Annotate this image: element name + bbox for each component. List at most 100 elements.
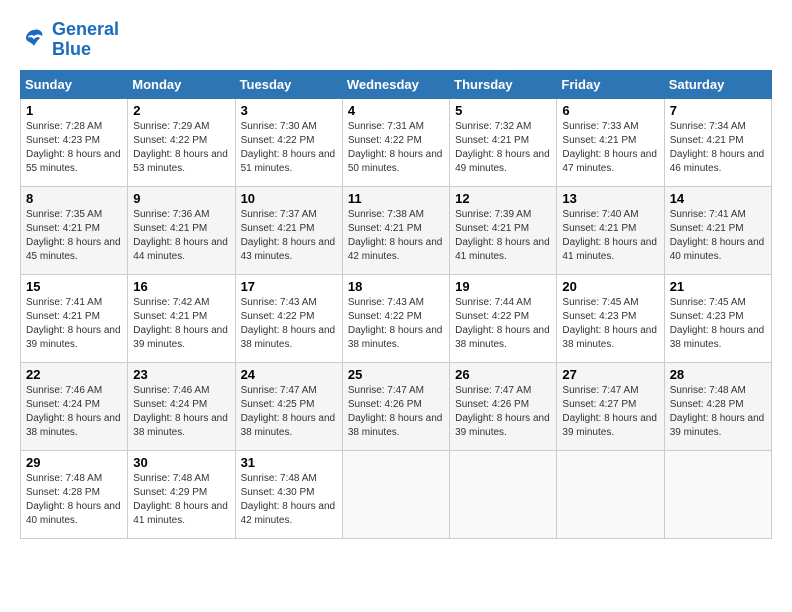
calendar-day-cell: 27 Sunrise: 7:47 AM Sunset: 4:27 PM Dayl…: [557, 362, 664, 450]
calendar-day-cell: [450, 450, 557, 538]
calendar-day-cell: 21 Sunrise: 7:45 AM Sunset: 4:23 PM Dayl…: [664, 274, 771, 362]
weekday-header-cell: Saturday: [664, 70, 771, 98]
calendar-day-cell: 28 Sunrise: 7:48 AM Sunset: 4:28 PM Dayl…: [664, 362, 771, 450]
calendar-day-cell: 7 Sunrise: 7:34 AM Sunset: 4:21 PM Dayli…: [664, 98, 771, 186]
calendar-day-cell: [557, 450, 664, 538]
day-number: 4: [348, 103, 444, 118]
calendar-day-cell: 23 Sunrise: 7:46 AM Sunset: 4:24 PM Dayl…: [128, 362, 235, 450]
day-number: 30: [133, 455, 229, 470]
calendar-day-cell: 1 Sunrise: 7:28 AM Sunset: 4:23 PM Dayli…: [21, 98, 128, 186]
day-number: 3: [241, 103, 337, 118]
day-info: Sunrise: 7:47 AM Sunset: 4:27 PM Dayligh…: [562, 384, 658, 440]
day-number: 6: [562, 103, 658, 118]
weekday-header-row: SundayMondayTuesdayWednesdayThursdayFrid…: [21, 70, 772, 98]
calendar-week-row: 1 Sunrise: 7:28 AM Sunset: 4:23 PM Dayli…: [21, 98, 772, 186]
weekday-header-cell: Sunday: [21, 70, 128, 98]
day-info: Sunrise: 7:43 AM Sunset: 4:22 PM Dayligh…: [241, 296, 337, 352]
day-number: 28: [670, 367, 766, 382]
day-number: 12: [455, 191, 551, 206]
day-info: Sunrise: 7:47 AM Sunset: 4:25 PM Dayligh…: [241, 384, 337, 440]
calendar-day-cell: 2 Sunrise: 7:29 AM Sunset: 4:22 PM Dayli…: [128, 98, 235, 186]
calendar-day-cell: 30 Sunrise: 7:48 AM Sunset: 4:29 PM Dayl…: [128, 450, 235, 538]
day-number: 31: [241, 455, 337, 470]
calendar-day-cell: 8 Sunrise: 7:35 AM Sunset: 4:21 PM Dayli…: [21, 186, 128, 274]
day-number: 1: [26, 103, 122, 118]
day-info: Sunrise: 7:46 AM Sunset: 4:24 PM Dayligh…: [133, 384, 229, 440]
calendar-day-cell: 19 Sunrise: 7:44 AM Sunset: 4:22 PM Dayl…: [450, 274, 557, 362]
calendar-week-row: 15 Sunrise: 7:41 AM Sunset: 4:21 PM Dayl…: [21, 274, 772, 362]
calendar-body: 1 Sunrise: 7:28 AM Sunset: 4:23 PM Dayli…: [21, 98, 772, 538]
day-number: 17: [241, 279, 337, 294]
day-number: 5: [455, 103, 551, 118]
day-info: Sunrise: 7:36 AM Sunset: 4:21 PM Dayligh…: [133, 208, 229, 264]
day-number: 25: [348, 367, 444, 382]
day-info: Sunrise: 7:35 AM Sunset: 4:21 PM Dayligh…: [26, 208, 122, 264]
day-number: 22: [26, 367, 122, 382]
calendar-day-cell: [664, 450, 771, 538]
calendar-table: SundayMondayTuesdayWednesdayThursdayFrid…: [20, 70, 772, 539]
day-number: 7: [670, 103, 766, 118]
day-info: Sunrise: 7:42 AM Sunset: 4:21 PM Dayligh…: [133, 296, 229, 352]
day-info: Sunrise: 7:48 AM Sunset: 4:28 PM Dayligh…: [26, 472, 122, 528]
day-info: Sunrise: 7:34 AM Sunset: 4:21 PM Dayligh…: [670, 120, 766, 176]
day-number: 11: [348, 191, 444, 206]
calendar-day-cell: 6 Sunrise: 7:33 AM Sunset: 4:21 PM Dayli…: [557, 98, 664, 186]
calendar-day-cell: 31 Sunrise: 7:48 AM Sunset: 4:30 PM Dayl…: [235, 450, 342, 538]
calendar-day-cell: 24 Sunrise: 7:47 AM Sunset: 4:25 PM Dayl…: [235, 362, 342, 450]
calendar-day-cell: 13 Sunrise: 7:40 AM Sunset: 4:21 PM Dayl…: [557, 186, 664, 274]
weekday-header-cell: Wednesday: [342, 70, 449, 98]
day-number: 9: [133, 191, 229, 206]
calendar-day-cell: 22 Sunrise: 7:46 AM Sunset: 4:24 PM Dayl…: [21, 362, 128, 450]
calendar-day-cell: 11 Sunrise: 7:38 AM Sunset: 4:21 PM Dayl…: [342, 186, 449, 274]
day-info: Sunrise: 7:47 AM Sunset: 4:26 PM Dayligh…: [455, 384, 551, 440]
day-info: Sunrise: 7:38 AM Sunset: 4:21 PM Dayligh…: [348, 208, 444, 264]
calendar-day-cell: 4 Sunrise: 7:31 AM Sunset: 4:22 PM Dayli…: [342, 98, 449, 186]
day-number: 19: [455, 279, 551, 294]
day-info: Sunrise: 7:41 AM Sunset: 4:21 PM Dayligh…: [26, 296, 122, 352]
logo: General Blue: [20, 20, 119, 60]
day-number: 14: [670, 191, 766, 206]
day-number: 27: [562, 367, 658, 382]
day-info: Sunrise: 7:32 AM Sunset: 4:21 PM Dayligh…: [455, 120, 551, 176]
day-number: 21: [670, 279, 766, 294]
weekday-header-cell: Tuesday: [235, 70, 342, 98]
day-number: 18: [348, 279, 444, 294]
calendar-day-cell: 26 Sunrise: 7:47 AM Sunset: 4:26 PM Dayl…: [450, 362, 557, 450]
day-info: Sunrise: 7:40 AM Sunset: 4:21 PM Dayligh…: [562, 208, 658, 264]
calendar-day-cell: 12 Sunrise: 7:39 AM Sunset: 4:21 PM Dayl…: [450, 186, 557, 274]
calendar-day-cell: 5 Sunrise: 7:32 AM Sunset: 4:21 PM Dayli…: [450, 98, 557, 186]
calendar-week-row: 22 Sunrise: 7:46 AM Sunset: 4:24 PM Dayl…: [21, 362, 772, 450]
calendar-day-cell: 3 Sunrise: 7:30 AM Sunset: 4:22 PM Dayli…: [235, 98, 342, 186]
weekday-header-cell: Monday: [128, 70, 235, 98]
day-info: Sunrise: 7:39 AM Sunset: 4:21 PM Dayligh…: [455, 208, 551, 264]
logo-text: General Blue: [52, 20, 119, 60]
page-header: General Blue: [20, 20, 772, 60]
day-number: 8: [26, 191, 122, 206]
calendar-day-cell: 25 Sunrise: 7:47 AM Sunset: 4:26 PM Dayl…: [342, 362, 449, 450]
day-info: Sunrise: 7:29 AM Sunset: 4:22 PM Dayligh…: [133, 120, 229, 176]
day-info: Sunrise: 7:46 AM Sunset: 4:24 PM Dayligh…: [26, 384, 122, 440]
day-info: Sunrise: 7:31 AM Sunset: 4:22 PM Dayligh…: [348, 120, 444, 176]
day-info: Sunrise: 7:45 AM Sunset: 4:23 PM Dayligh…: [562, 296, 658, 352]
day-info: Sunrise: 7:37 AM Sunset: 4:21 PM Dayligh…: [241, 208, 337, 264]
logo-bird-icon: [20, 26, 48, 54]
day-info: Sunrise: 7:48 AM Sunset: 4:28 PM Dayligh…: [670, 384, 766, 440]
day-number: 13: [562, 191, 658, 206]
weekday-header-cell: Friday: [557, 70, 664, 98]
calendar-day-cell: 10 Sunrise: 7:37 AM Sunset: 4:21 PM Dayl…: [235, 186, 342, 274]
day-info: Sunrise: 7:44 AM Sunset: 4:22 PM Dayligh…: [455, 296, 551, 352]
day-number: 10: [241, 191, 337, 206]
calendar-week-row: 8 Sunrise: 7:35 AM Sunset: 4:21 PM Dayli…: [21, 186, 772, 274]
calendar-day-cell: 16 Sunrise: 7:42 AM Sunset: 4:21 PM Dayl…: [128, 274, 235, 362]
calendar-day-cell: [342, 450, 449, 538]
day-number: 20: [562, 279, 658, 294]
day-number: 15: [26, 279, 122, 294]
calendar-day-cell: 20 Sunrise: 7:45 AM Sunset: 4:23 PM Dayl…: [557, 274, 664, 362]
calendar-day-cell: 15 Sunrise: 7:41 AM Sunset: 4:21 PM Dayl…: [21, 274, 128, 362]
calendar-day-cell: 18 Sunrise: 7:43 AM Sunset: 4:22 PM Dayl…: [342, 274, 449, 362]
day-info: Sunrise: 7:28 AM Sunset: 4:23 PM Dayligh…: [26, 120, 122, 176]
day-info: Sunrise: 7:48 AM Sunset: 4:30 PM Dayligh…: [241, 472, 337, 528]
calendar-week-row: 29 Sunrise: 7:48 AM Sunset: 4:28 PM Dayl…: [21, 450, 772, 538]
day-info: Sunrise: 7:41 AM Sunset: 4:21 PM Dayligh…: [670, 208, 766, 264]
day-number: 29: [26, 455, 122, 470]
